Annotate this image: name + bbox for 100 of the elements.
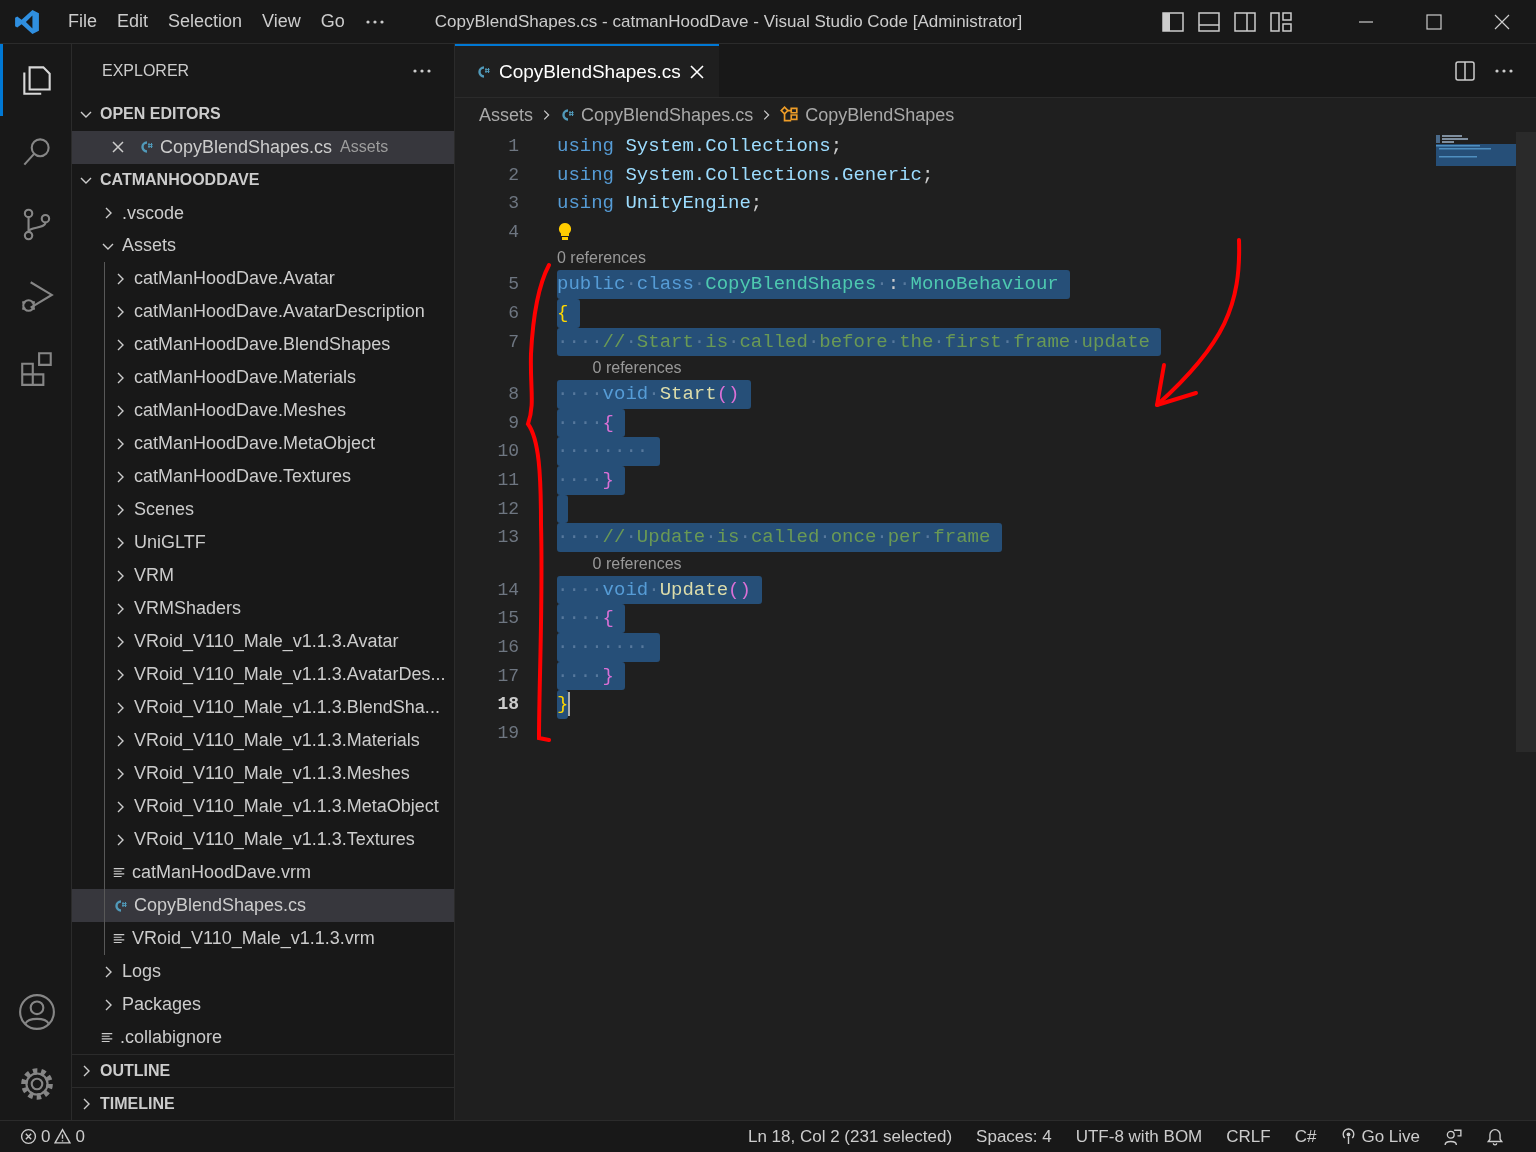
tree-item[interactable]: CopyBlendShapes.cs [72, 889, 454, 923]
folder-hint: Assets [340, 138, 389, 157]
tree-item[interactable]: VRoid_V110_Male_v1.1.3.vrm [72, 922, 454, 956]
warning-icon [54, 1128, 72, 1145]
line-number: 11 [496, 468, 519, 492]
tree-item[interactable]: VRM [72, 559, 454, 593]
tree-item[interactable]: VRoid_V110_Male_v1.1.3.Meshes [72, 757, 454, 791]
line-number: 17 [496, 664, 519, 688]
code-line: using UnityEngine; [557, 191, 763, 217]
tree-item[interactable]: .vscode [72, 196, 454, 230]
files-icon [23, 66, 51, 95]
file-lines-icon [100, 1030, 114, 1045]
line-number: 19 [496, 721, 519, 745]
settings-icon[interactable] [18, 1065, 56, 1103]
tree-item[interactable]: .collabignore [72, 1021, 454, 1055]
tree-item[interactable]: Packages [72, 988, 454, 1022]
code-line: } [557, 690, 569, 719]
tree-item[interactable]: catManHoodDave.Textures [72, 460, 454, 494]
codelens-label[interactable]: 0 references [592, 554, 682, 572]
menu-item[interactable]: File [58, 7, 107, 36]
menu-item[interactable]: Edit [107, 7, 159, 36]
layout-icon[interactable] [1270, 10, 1292, 33]
line-number: 18 [496, 693, 519, 717]
more-icon[interactable] [412, 67, 432, 74]
code-line: using System.Collections.Generic; [557, 162, 934, 188]
tree-item[interactable]: Logs [72, 955, 454, 989]
warning-count[interactable]: 0 [75, 1126, 85, 1147]
app-logo-icon [14, 8, 40, 35]
menu-item[interactable]: Go [310, 7, 355, 36]
window-title: CopyBlendShapes.cs - catmanHoodDave - Visual Studio Code [Administrator] [434, 11, 1024, 32]
tree-item[interactable]: VRMShaders [72, 592, 454, 626]
status-item[interactable]: CRLF [1214, 1126, 1283, 1147]
maximize-icon[interactable] [1426, 13, 1442, 30]
error-count[interactable]: 0 [41, 1126, 51, 1147]
line-number: 1 [507, 135, 519, 158]
error-icon [20, 1128, 37, 1145]
toggle-panel-icon[interactable] [1198, 10, 1220, 33]
csharp-file-icon [138, 139, 154, 156]
line-number: 7 [507, 330, 519, 354]
tree-item[interactable]: VRoid_V110_Male_v1.1.3.Materials [72, 724, 454, 758]
breadcrumb-item[interactable]: Assets [479, 104, 534, 126]
toggle-secondary-sidebar-icon[interactable] [1234, 10, 1256, 33]
tree-item[interactable]: VRoid_V110_Male_v1.1.3.Textures [72, 823, 454, 857]
tree-item[interactable]: catManHoodDave.AvatarDescription [72, 295, 454, 329]
section-header[interactable]: OPEN EDITORS [72, 97, 454, 131]
line-number: 4 [507, 220, 519, 244]
notifications-icon[interactable] [1486, 1127, 1504, 1146]
status-item[interactable]: UTF-8 with BOM [1063, 1126, 1215, 1147]
close-icon[interactable] [1494, 13, 1510, 30]
tree-item[interactable]: UniGLTF [72, 526, 454, 560]
go-live-button[interactable]: Go Live [1328, 1126, 1432, 1147]
line-number: 13 [496, 526, 519, 550]
line-number: 14 [496, 578, 519, 602]
account-icon[interactable] [18, 993, 56, 1031]
line-number: 10 [496, 440, 519, 464]
status-item[interactable]: Ln 18, Col 2 (231 selected) [735, 1126, 965, 1147]
tree-item[interactable]: catManHoodDave.Materials [72, 361, 454, 395]
section-header[interactable]: CATMANHOODDAVE [72, 163, 454, 197]
open-editor-item[interactable]: CopyBlendShapes.cs Assets [72, 130, 454, 164]
file-lines-icon [112, 931, 126, 946]
line-number: 6 [507, 301, 519, 325]
tree-item[interactable]: catManHoodDave.Avatar [72, 262, 454, 296]
section-header[interactable]: TIMELINE [72, 1087, 454, 1120]
feedback-icon[interactable] [1444, 1127, 1462, 1146]
line-number: 9 [507, 411, 519, 435]
menu-item[interactable]: Selection [158, 7, 253, 36]
tree-item[interactable]: Assets [72, 229, 454, 263]
status-item[interactable]: C# [1282, 1126, 1329, 1147]
editor-tab[interactable]: CopyBlendShapes.cs [455, 44, 719, 97]
search-icon [23, 138, 50, 166]
line-number: 12 [496, 497, 519, 521]
more-icon[interactable] [1494, 67, 1514, 74]
tree-item[interactable]: VRoid_V110_Male_v1.1.3.AvatarDes... [72, 658, 454, 692]
tree-item[interactable]: VRoid_V110_Male_v1.1.3.BlendSha... [72, 691, 454, 725]
status-item[interactable]: Spaces: 4 [964, 1126, 1064, 1147]
toggle-sidebar-icon[interactable] [1162, 10, 1184, 33]
line-number: 5 [507, 273, 519, 297]
line-number: 16 [496, 635, 519, 659]
csharp-file-icon [112, 897, 128, 914]
section-header[interactable]: OUTLINE [72, 1054, 454, 1088]
lightbulb-icon[interactable] [557, 222, 573, 243]
breadcrumb-item[interactable]: CopyBlendShapes.cs [581, 104, 754, 126]
code-line: using System.Collections; [557, 134, 843, 159]
tree-item[interactable]: catManHoodDave.vrm [72, 856, 454, 890]
tree-item[interactable]: catManHoodDave.MetaObject [72, 427, 454, 461]
line-number: 2 [507, 163, 519, 187]
tree-item[interactable]: VRoid_V110_Male_v1.1.3.Avatar [72, 625, 454, 659]
codelens-label[interactable]: 0 references [557, 249, 646, 267]
split-editor-icon[interactable] [1454, 59, 1476, 82]
breadcrumb-item[interactable]: CopyBlendShapes [805, 104, 955, 126]
source-control-icon [23, 208, 51, 241]
tree-item[interactable]: Scenes [72, 493, 454, 527]
tree-item[interactable]: VRoid_V110_Male_v1.1.3.MetaObject [72, 790, 454, 824]
menu-item[interactable]: View [252, 7, 311, 36]
tree-item[interactable]: catManHoodDave.BlendShapes [72, 328, 454, 362]
csharp-file-icon [475, 63, 491, 80]
run-debug-icon [21, 281, 54, 312]
line-number: 3 [507, 192, 519, 216]
codelens-label[interactable]: 0 references [592, 359, 682, 377]
tree-item[interactable]: catManHoodDave.Meshes [72, 394, 454, 428]
